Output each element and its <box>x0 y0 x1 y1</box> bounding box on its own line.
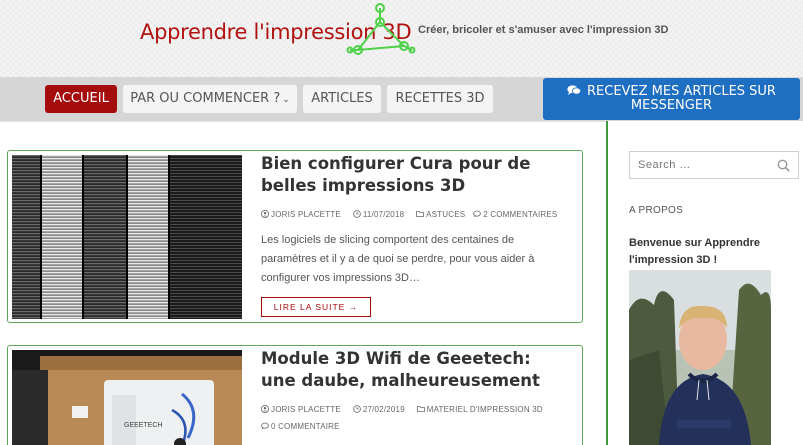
nav-item-recettes-3d[interactable]: RECETTES 3D <box>387 85 493 113</box>
post-meta-comments: 0 COMMENTAIRE <box>261 422 340 431</box>
folder-icon <box>416 211 425 217</box>
folder-icon <box>416 406 425 412</box>
post-thumbnail-cura-layers[interactable] <box>12 155 242 319</box>
post-author[interactable]: JORIS PLACETTE <box>271 210 341 219</box>
post-excerpt: Les logiciels de slicing comportent des … <box>261 234 535 284</box>
user-icon <box>261 405 269 413</box>
post-comments-link[interactable]: 2 COMMENTAIRES <box>483 210 557 219</box>
post-date: 27/02/2019 <box>362 405 405 414</box>
post-title[interactable]: Module 3D Wifi de Geeetech: une daube, m… <box>261 348 571 392</box>
nav-item-accueil[interactable]: ACCUEIL <box>45 85 117 113</box>
nav-item-label: ACCUEIL <box>53 91 109 106</box>
nav-item-par-ou-commencer[interactable]: PAR OU COMMENCER ? ⌄ <box>123 85 297 113</box>
messenger-subscribe-button[interactable]: RECEVEZ MES ARTICLES SUR MESSENGER <box>543 78 800 120</box>
nav-item-label: PAR OU COMMENCER ? <box>130 91 281 106</box>
search-icon[interactable] <box>777 159 790 172</box>
post-date: 11/07/2018 <box>362 210 405 219</box>
search-input[interactable] <box>630 152 770 178</box>
search-form <box>629 151 799 179</box>
about-widget-title: A PROPOS <box>629 205 684 216</box>
messenger-button-label-line2: MESSENGER <box>630 98 713 113</box>
clock-icon <box>353 405 361 413</box>
site-tagline: Créer, bricoler et s'amuser avec l'impre… <box>418 24 669 36</box>
sidebar-divider <box>606 121 608 445</box>
molecule-logo-icon[interactable] <box>346 2 416 60</box>
nav-item-articles[interactable]: ARTICLES <box>303 85 381 113</box>
nav-item-label: ARTICLES <box>311 91 373 106</box>
comment-icon <box>473 210 482 218</box>
author-profile-photo <box>629 270 771 445</box>
messenger-button-label-line1: RECEVEZ MES ARTICLES SUR <box>587 84 776 99</box>
post-title[interactable]: Bien configurer Cura pour de belles impr… <box>261 153 571 197</box>
post-meta: JORIS PLACETTE 11/07/2018 ASTUCES 2 COMM… <box>261 210 557 219</box>
nav-item-label: RECETTES 3D <box>395 91 485 106</box>
geeetech-box-label: GEEETECH <box>124 422 163 429</box>
post-card: GEEETECH Module 3D Wifi de Geeetech: une… <box>7 345 583 445</box>
post-author[interactable]: JORIS PLACETTE <box>271 405 341 414</box>
about-welcome-text: Benvenue sur Apprendre l'impression 3D ! <box>629 237 761 266</box>
chat-bubbles-icon <box>567 85 581 95</box>
site-header: Apprendre l'impression 3D Créer, bricole… <box>0 0 803 77</box>
read-more-button[interactable]: LIRE LA SUITE → <box>261 297 371 317</box>
user-icon <box>261 210 269 218</box>
post-thumbnail-geeetech-box[interactable]: GEEETECH <box>12 350 242 445</box>
post-category[interactable]: MATERIEL D'IMPRESSION 3D <box>427 405 543 414</box>
chevron-down-icon: ⌄ <box>282 95 290 105</box>
comment-icon <box>261 422 269 430</box>
post-category[interactable]: ASTUCES <box>426 210 465 219</box>
post-comments-link[interactable]: 0 COMMENTAIRE <box>271 422 340 431</box>
clock-icon <box>353 210 361 218</box>
nav-divider <box>0 121 607 122</box>
post-meta: JORIS PLACETTE 27/02/2019 MATERIEL D'IMP… <box>261 405 543 414</box>
post-card: Bien configurer Cura pour de belles impr… <box>7 150 583 323</box>
